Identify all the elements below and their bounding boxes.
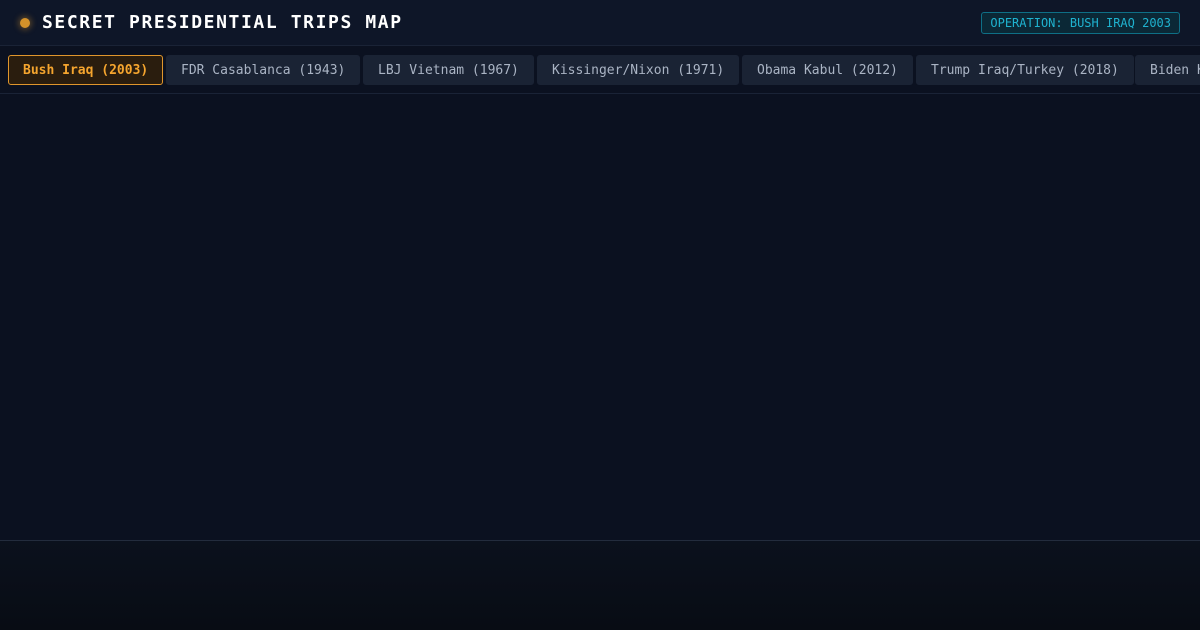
status-indicator-icon xyxy=(20,18,30,28)
tab-obama-kabul-2012[interactable]: Obama Kabul (2012) xyxy=(742,55,913,85)
map-canvas[interactable] xyxy=(0,94,1200,540)
tab-trump-iraq-turkey-2018[interactable]: Trump Iraq/Turkey (2018) xyxy=(916,55,1134,85)
tab-fdr-casablanca-1943[interactable]: FDR Casablanca (1943) xyxy=(166,55,361,85)
tab-biden-truncated[interactable]: Biden K xyxy=(1135,55,1200,85)
trip-details-panel xyxy=(0,540,1200,630)
tab-kissinger-nixon-1971[interactable]: Kissinger/Nixon (1971) xyxy=(537,55,740,85)
header-bar: SECRET PRESIDENTIAL TRIPS MAP OPERATION:… xyxy=(0,0,1200,46)
page-title: SECRET PRESIDENTIAL TRIPS MAP xyxy=(42,12,403,33)
trip-tabs: Bush Iraq (2003) FDR Casablanca (1943) L… xyxy=(0,46,1200,94)
tab-bush-iraq-2003[interactable]: Bush Iraq (2003) xyxy=(8,55,164,85)
app-window: SECRET PRESIDENTIAL TRIPS MAP OPERATION:… xyxy=(0,0,1200,630)
operation-badge: OPERATION: BUSH IRAQ 2003 xyxy=(981,12,1180,34)
tab-lbj-vietnam-1967[interactable]: LBJ Vietnam (1967) xyxy=(363,55,534,85)
